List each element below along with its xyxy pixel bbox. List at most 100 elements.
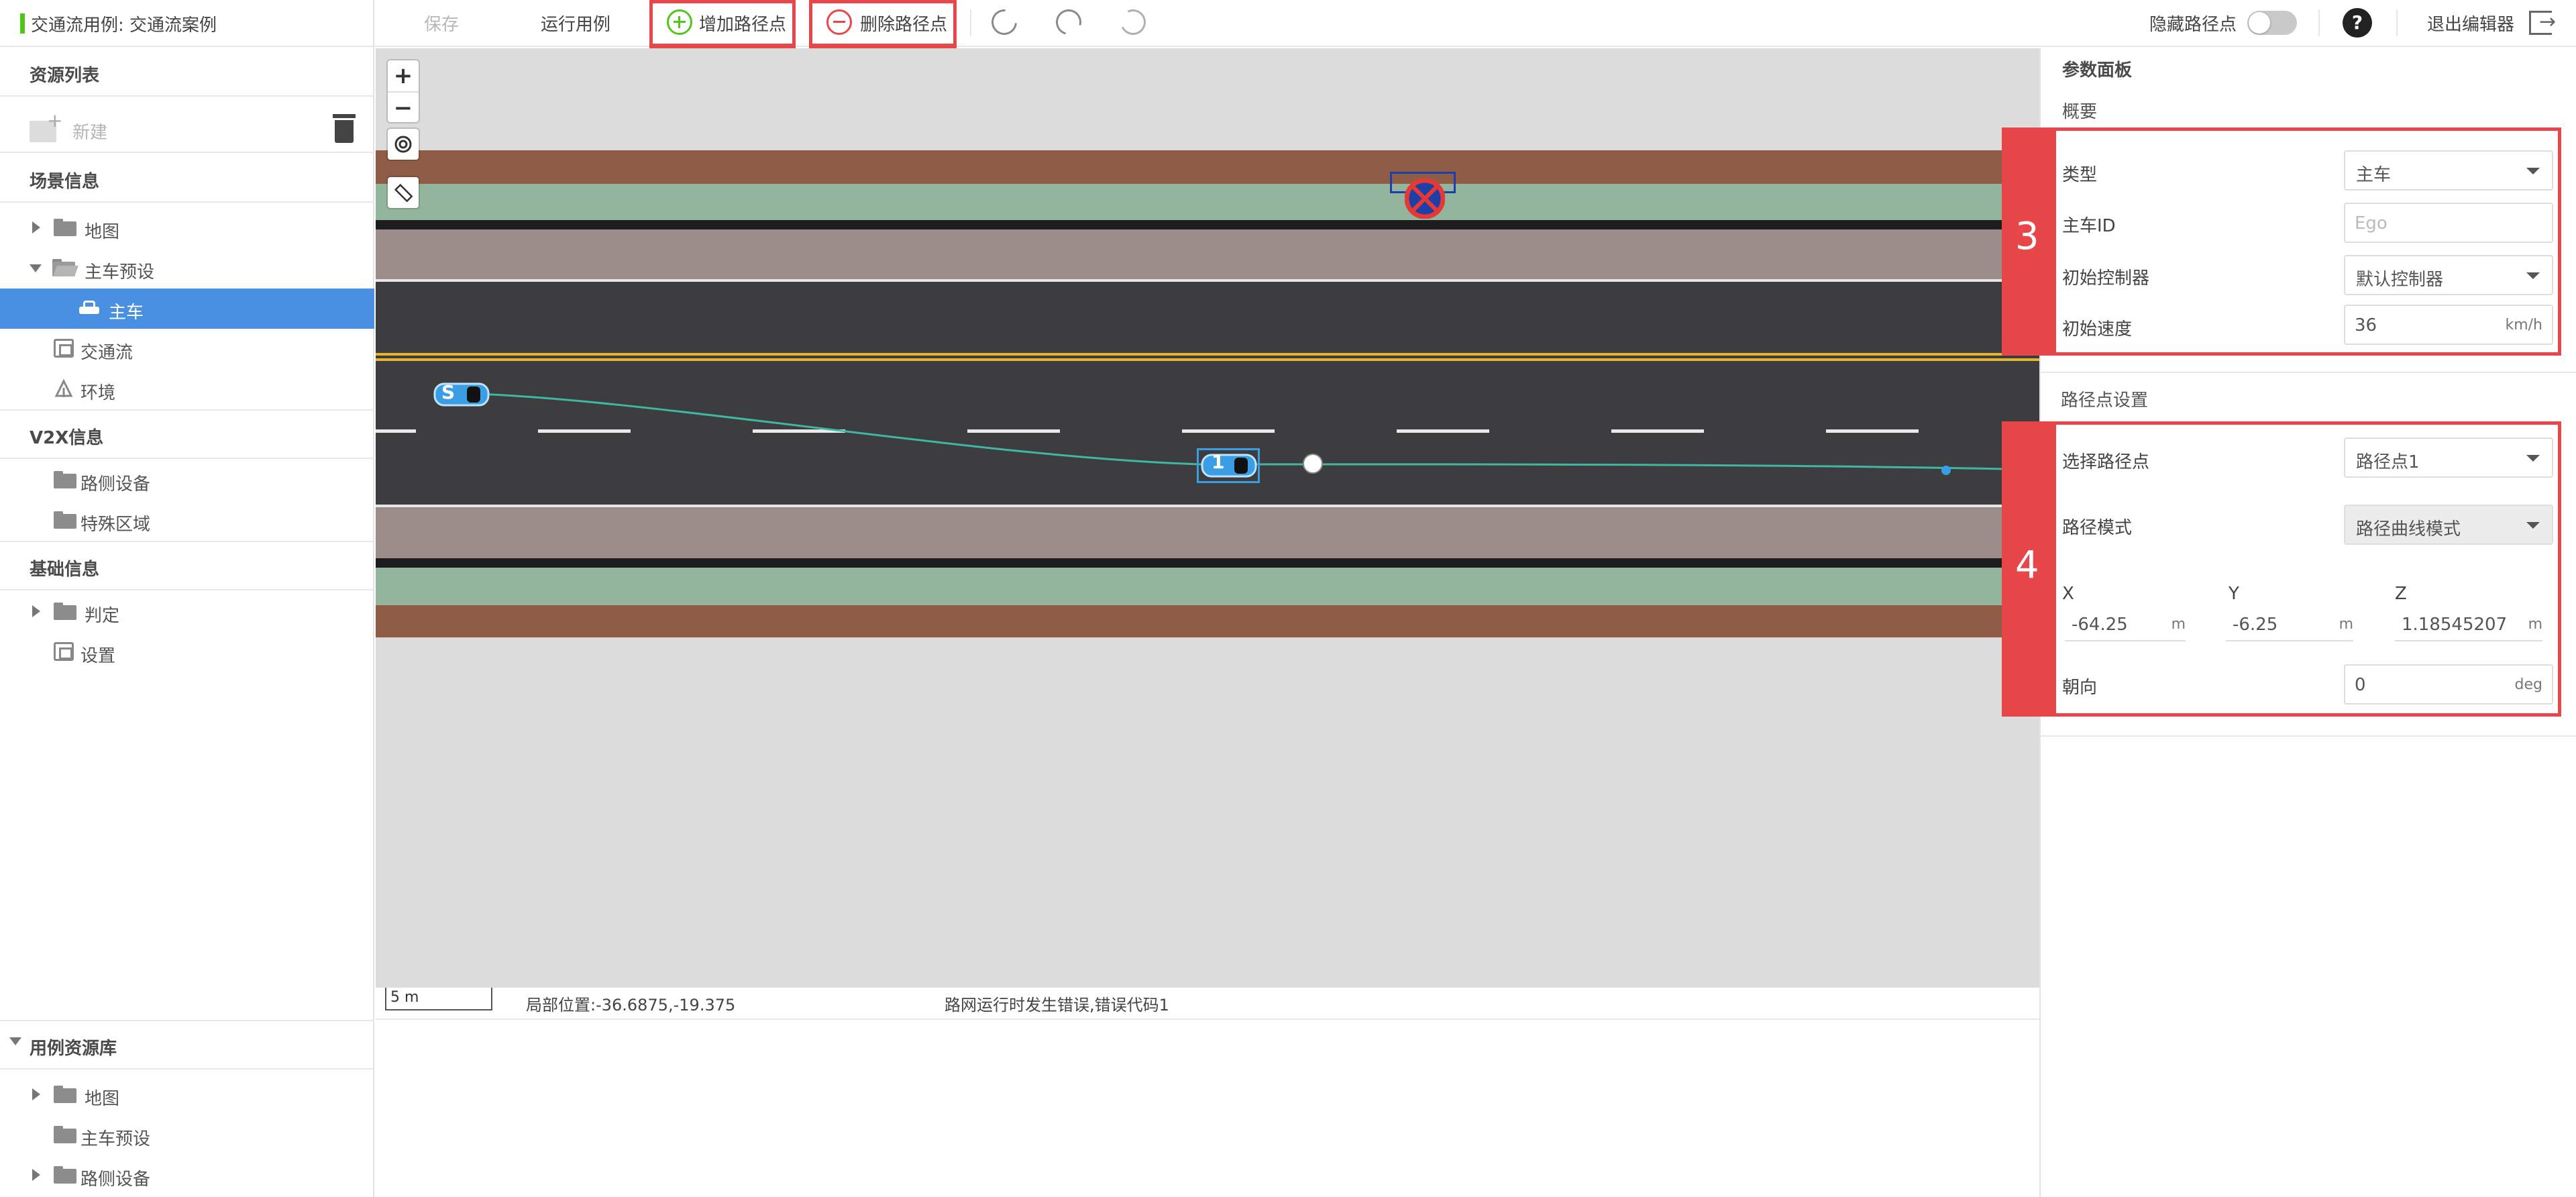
add-circle-icon[interactable] [667, 9, 692, 35]
library-item-roadside[interactable]: 路侧设备 [0, 1155, 374, 1196]
caret-right-icon[interactable] [32, 1088, 40, 1100]
waypoint-settings-title: 路径点设置 [2061, 391, 2149, 411]
folder-icon [54, 471, 76, 488]
v2x-info-header: V2X信息 [0, 411, 374, 459]
x-label: X [2062, 584, 2074, 604]
waypoint-car-icon[interactable] [1201, 452, 1258, 479]
tree-item-label: 判定 [85, 606, 120, 626]
waypoint-dot[interactable] [1941, 466, 1951, 475]
run-case-button[interactable]: 运行用例 [541, 11, 610, 36]
folder-icon [54, 219, 76, 236]
traffic-flow-icon [54, 339, 74, 358]
heading-input[interactable]: 0 deg [2344, 664, 2553, 705]
new-button[interactable]: 新建 [72, 119, 107, 144]
hide-waypoints-toggle[interactable] [2247, 11, 2297, 35]
x-input[interactable]: -64.25 m [2065, 608, 2186, 641]
speed-value: 36 [2355, 315, 2377, 335]
y-input[interactable]: -6.25 m [2226, 608, 2353, 641]
remove-circle-icon[interactable] [826, 9, 852, 35]
caret-right-icon[interactable] [32, 1169, 40, 1181]
path-mode-select[interactable]: 路径曲线模式 [2344, 505, 2553, 545]
settings-icon [54, 642, 74, 661]
tree-item-label: 地图 [85, 222, 120, 242]
folder-icon [54, 511, 76, 529]
heading-unit: deg [2514, 676, 2542, 693]
rotation-handle[interactable] [1303, 454, 1323, 474]
add-waypoint-button[interactable]: 增加路径点 [699, 11, 786, 36]
start-marker-label: S [441, 381, 455, 403]
tree-item-settings[interactable]: 设置 [0, 632, 374, 672]
select-waypoint-select[interactable]: 路径点1 [2344, 437, 2553, 478]
divider [2039, 735, 2576, 737]
help-icon[interactable]: ? [2343, 8, 2372, 38]
speed-input[interactable]: 36 km/h [2344, 305, 2553, 345]
trash-icon[interactable] [333, 114, 356, 144]
tree-item-map[interactable]: 地图 [0, 208, 374, 248]
folder-icon [54, 1166, 76, 1184]
case-library-title: 用例资源库 [30, 1039, 117, 1059]
basic-info-title: 基础信息 [30, 560, 100, 580]
folder-icon [54, 603, 76, 620]
z-input[interactable]: 1.18545207 m [2395, 608, 2542, 641]
chevron-down-icon [2526, 522, 2540, 529]
tree-item-ego-preset[interactable]: 主车预设 [0, 248, 374, 289]
no-stopping-sign-icon[interactable] [1405, 178, 1445, 219]
tree-item-label: 路侧设备 [80, 1169, 151, 1190]
ego-id-input[interactable]: Ego [2344, 203, 2553, 243]
zoom-in-button[interactable]: + [388, 60, 419, 91]
path-mode-label: 路径模式 [2062, 518, 2133, 538]
type-select[interactable]: 主车 [2344, 150, 2553, 191]
x-value: -64.25 [2072, 615, 2128, 635]
ruler-icon [394, 183, 413, 202]
exit-editor-button[interactable]: 退出编辑器 [2427, 11, 2514, 36]
road-map-canvas[interactable]: S 1 + − [376, 48, 2039, 988]
redo-icon[interactable] [1051, 5, 1086, 40]
caret-right-icon[interactable] [32, 221, 40, 233]
locate-button[interactable] [388, 129, 419, 160]
zoom-control: + − [388, 60, 419, 122]
save-button[interactable]: 保存 [424, 11, 459, 36]
caret-down-icon[interactable] [9, 1037, 21, 1045]
measure-button[interactable] [388, 177, 419, 208]
tree-item-traffic-flow[interactable]: 交通流 [0, 329, 374, 369]
undo-icon[interactable] [1116, 5, 1150, 39]
waypoint-label: 1 [1212, 451, 1225, 473]
local-position-readout: 局部位置:-36.6875,-19.375 [526, 996, 736, 1014]
rotate-icon[interactable] [986, 4, 1022, 40]
library-item-map[interactable]: 地图 [0, 1075, 374, 1115]
tree-item-label: 特殊区域 [80, 515, 151, 535]
library-item-ego-preset[interactable]: 主车预设 [0, 1115, 374, 1155]
z-label: Z [2395, 584, 2407, 604]
tree-item-label: 路侧设备 [80, 474, 151, 495]
folder-icon [54, 1126, 76, 1143]
resource-list-header: 资源列表 [0, 48, 374, 97]
speed-unit: km/h [2505, 317, 2542, 333]
bottom-blank-area [376, 1020, 2039, 1197]
exit-icon[interactable] [2529, 10, 2556, 35]
tree-item-label: 主车预设 [85, 262, 155, 282]
delete-waypoint-button[interactable]: 删除路径点 [860, 11, 947, 36]
tree-item-ego[interactable]: 主车 [0, 289, 374, 329]
title-accent-bar [20, 13, 25, 34]
panel-title: 参数面板 [2062, 60, 2133, 81]
tree-item-environment[interactable]: 环境 [0, 369, 374, 409]
basic-info-header: 基础信息 [0, 542, 374, 590]
zoom-out-button[interactable]: − [388, 91, 419, 122]
controller-select[interactable]: 默认控制器 [2344, 255, 2553, 295]
select-waypoint-label: 选择路径点 [2062, 452, 2150, 472]
hide-waypoints-label: 隐藏路径点 [2149, 15, 2237, 35]
toolbar-separator [2396, 9, 2398, 36]
y-label: Y [2229, 584, 2239, 604]
speed-label: 初始速度 [2062, 319, 2133, 340]
tree-item-label: 地图 [85, 1089, 120, 1109]
case-library-header[interactable]: 用例资源库 [0, 1021, 374, 1070]
caret-right-icon[interactable] [32, 605, 40, 617]
tree-item-roadside[interactable]: 路侧设备 [0, 460, 374, 501]
z-value: 1.18545207 [2402, 615, 2508, 635]
tree-item-label: 主车 [109, 303, 144, 323]
tree-item-special-area[interactable]: 特殊区域 [0, 501, 374, 541]
caret-down-icon[interactable] [30, 264, 42, 272]
callout-label-3: 3 [2015, 215, 2039, 258]
tree-item-judge[interactable]: 判定 [0, 592, 374, 632]
chevron-down-icon [2526, 272, 2540, 279]
